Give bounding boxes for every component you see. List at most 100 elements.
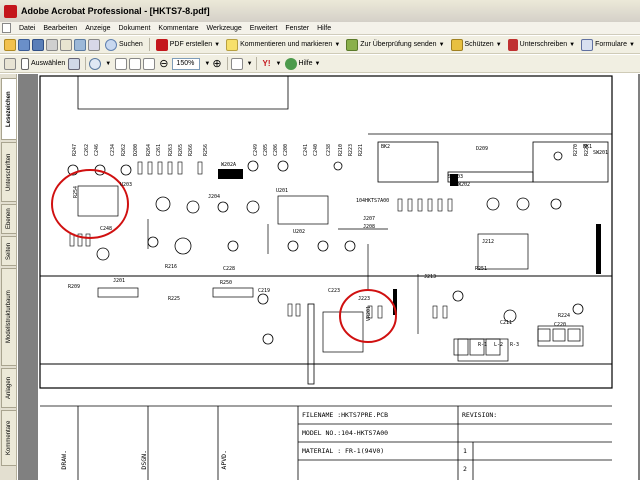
- menu-anzeige[interactable]: Anzeige: [81, 25, 114, 32]
- pcb-label-r201: R209: [68, 284, 81, 290]
- pcb-label-j207: J207: [363, 216, 376, 222]
- menu-bearbeiten[interactable]: Bearbeiten: [39, 25, 81, 32]
- pcb-label-r229: R229: [584, 144, 590, 157]
- acrobat-logo-icon: [4, 4, 17, 18]
- pcb-label-u203: U203: [120, 182, 133, 188]
- pcb-label-c238: C238: [326, 144, 332, 157]
- menu-hilfe[interactable]: Hilfe: [313, 25, 335, 32]
- document-view[interactable]: U203 104HKTS7A00 BK2 BK1 D209 W202 W202A…: [18, 74, 640, 480]
- menu-erweitert[interactable]: Erweitert: [246, 25, 282, 32]
- chevron-down-icon[interactable]: ▼: [247, 61, 253, 67]
- pcb-label-r221: R221: [358, 144, 364, 157]
- help-label: Hilfe: [298, 60, 313, 67]
- attach-icon[interactable]: [88, 38, 100, 51]
- pcb-label-d200: D200: [133, 144, 139, 157]
- title-block-rev-1: 1: [463, 447, 467, 455]
- title-block-rev-2: 2: [463, 465, 467, 473]
- fit-width-icon[interactable]: [143, 57, 156, 70]
- chevron-down-icon[interactable]: ▼: [105, 61, 111, 67]
- menu-datei[interactable]: Datei: [15, 25, 39, 32]
- pcb-label-c206-top: C206: [273, 144, 279, 157]
- sign-label: Unterschreiben: [519, 41, 568, 48]
- pcb-label-r262: R262: [121, 144, 127, 157]
- pcb-label-c217: J213: [424, 274, 437, 280]
- text-cursor-icon: [21, 57, 29, 70]
- menu-werkzeuge[interactable]: Werkzeuge: [202, 25, 245, 32]
- pcb-label-c241: C241: [303, 144, 309, 157]
- tab-attachments[interactable]: Anlagen: [1, 368, 16, 408]
- yahoo-icon[interactable]: Y!: [260, 56, 274, 71]
- menu-kommentare[interactable]: Kommentare: [154, 25, 202, 32]
- chevron-down-icon: ▼: [438, 41, 445, 48]
- protect-label: Schützen: [464, 41, 494, 48]
- zoom-out-icon[interactable]: ⊖: [157, 56, 170, 71]
- search-button[interactable]: Suchen: [102, 37, 146, 52]
- pcb-label-c228: J201: [113, 278, 126, 284]
- pcb-label-r202: R250: [220, 280, 233, 286]
- sign-button[interactable]: Unterschreiben ▼: [505, 37, 578, 52]
- tab-layers[interactable]: Ebenen: [1, 204, 16, 234]
- select-tool-button[interactable]: Auswählen: [18, 56, 68, 71]
- pcb-label-r265: R265: [178, 144, 184, 157]
- pcb-label-vr202: C211: [500, 320, 513, 326]
- title-block-filename: FILENAME :HKTS7PRE.PCB: [302, 411, 389, 419]
- pcb-label-w202a: W202A: [221, 162, 237, 168]
- review-button[interactable]: Zur Überprüfung senden ▼: [343, 37, 447, 52]
- organizer-icon[interactable]: [74, 38, 86, 51]
- search-label: Suchen: [119, 41, 143, 48]
- actual-size-icon[interactable]: [115, 57, 128, 70]
- pcb-label-r251: C248: [100, 226, 113, 232]
- menu-fenster[interactable]: Fenster: [281, 25, 313, 32]
- snapshot-icon[interactable]: [68, 57, 81, 70]
- forms-button[interactable]: Formulare ▼: [578, 37, 638, 52]
- pcb-label-c243: U202: [293, 229, 306, 235]
- pcb-label-r266: R266: [188, 144, 194, 157]
- pcb-label-c234: C234: [110, 144, 116, 157]
- tab-pages[interactable]: Seiten: [1, 236, 16, 266]
- zoom-in-icon[interactable]: ⊕: [210, 56, 223, 71]
- zoom-level-field[interactable]: 150%: [172, 57, 201, 70]
- title-block-design: DSGN.: [140, 450, 148, 470]
- save-icon[interactable]: [32, 38, 44, 51]
- protect-button[interactable]: Schützen ▼: [448, 37, 505, 52]
- open-folder-icon[interactable]: [4, 38, 16, 51]
- tab-comments[interactable]: Kommentare: [1, 410, 16, 466]
- email-icon[interactable]: [60, 38, 72, 51]
- pcb-label-c261: C261: [156, 144, 162, 157]
- create-pdf-button[interactable]: PDF erstellen ▼: [153, 37, 223, 52]
- fit-page-icon[interactable]: [129, 57, 142, 70]
- pen-icon: [507, 38, 518, 51]
- chevron-down-icon: ▼: [569, 41, 576, 48]
- pcb-label-vr201: C220: [554, 322, 567, 328]
- navigation-toolbar: Auswählen ▼ ⊖ 150% ▼ ⊕ ▼ Y! ▼ Hilfe ▼: [0, 55, 640, 73]
- pcb-label-bk2: BK2: [381, 144, 391, 150]
- create-pdf-icon: [155, 38, 168, 51]
- pcb-label-d209: D209: [476, 146, 489, 152]
- pcb-label-r264: R264: [146, 144, 152, 157]
- tab-bookmarks[interactable]: Lesezeichen: [1, 78, 16, 140]
- zoom-tool-icon[interactable]: [89, 57, 102, 70]
- pcb-label-r247: R247: [72, 144, 78, 157]
- comment-button[interactable]: Kommentieren und markieren ▼: [223, 37, 343, 52]
- pcb-label-sw201: SW201: [593, 150, 609, 156]
- title-block-revision: REVISION:: [462, 411, 498, 419]
- pcb-label-j204: J204: [208, 194, 221, 200]
- chevron-down-icon: ▼: [214, 41, 221, 48]
- title-block-approve: APVD.: [220, 450, 228, 470]
- menu-dokument[interactable]: Dokument: [115, 25, 155, 32]
- pcb-label-r223: R223: [348, 144, 354, 157]
- hand-tool-icon[interactable]: [4, 57, 16, 70]
- tab-signatures[interactable]: Unterschriften: [1, 142, 16, 202]
- create-icon[interactable]: [18, 38, 30, 51]
- toolbar-separator: [85, 57, 87, 70]
- rotate-icon[interactable]: [230, 57, 243, 70]
- title-block-draw: DRAW.: [60, 450, 68, 470]
- pdf-page: U203 104HKTS7A00 BK2 BK1 D209 W202 W202A…: [38, 74, 638, 480]
- main-toolbar: Suchen PDF erstellen ▼ Kommentieren und m…: [0, 36, 640, 54]
- pcb-label-c206: C219: [258, 288, 271, 294]
- help-button[interactable]: Hilfe ▼: [282, 56, 324, 71]
- tab-model-tree[interactable]: Modellstrukturbaum: [1, 268, 16, 366]
- print-icon[interactable]: [46, 38, 58, 51]
- title-block-model: MODEL NO.:104-HKTS7A00: [302, 429, 389, 437]
- pcb-label-c233: R216: [165, 264, 178, 270]
